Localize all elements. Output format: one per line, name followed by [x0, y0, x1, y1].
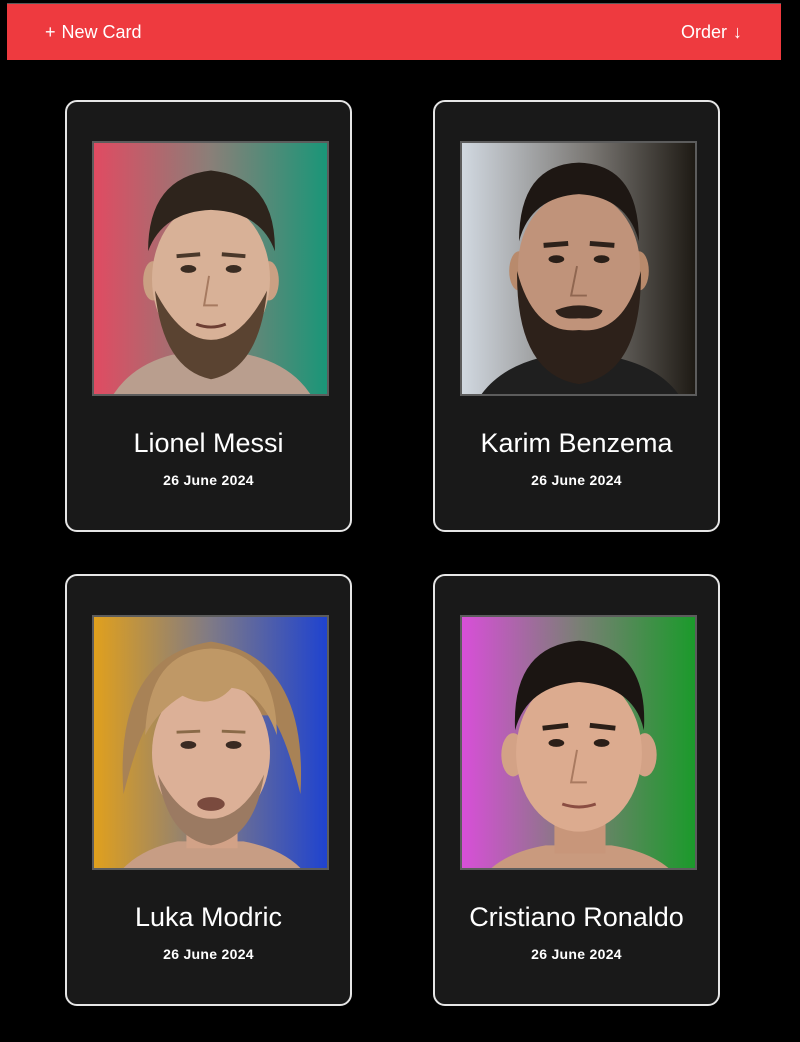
portrait-photo — [462, 143, 695, 394]
new-card-label: New Card — [61, 22, 142, 42]
player-name: Luka Modric — [134, 902, 283, 932]
player-photo — [460, 615, 697, 870]
player-name: Cristiano Ronaldo — [469, 902, 684, 932]
card-date: 26 June 2024 — [163, 472, 254, 488]
player-name: Karim Benzema — [480, 428, 673, 458]
portrait-photo — [462, 617, 695, 868]
arrow-down-icon: ↓ — [733, 22, 742, 42]
order-label: Order — [680, 22, 727, 42]
card-date: 26 June 2024 — [531, 946, 622, 962]
player-photo — [92, 141, 329, 396]
player-card[interactable]: Cristiano Ronaldo 26 June 2024 — [433, 574, 720, 1006]
player-photo — [460, 141, 697, 396]
portrait-photo — [94, 143, 327, 394]
order-button[interactable]: Order ↓ — [681, 4, 742, 61]
top-toolbar: + New Card Order ↓ — [7, 3, 781, 60]
new-card-button[interactable]: + New Card — [45, 4, 142, 61]
card-date: 26 June 2024 — [531, 472, 622, 488]
player-card[interactable]: Lionel Messi 26 June 2024 — [65, 100, 352, 532]
plus-icon: + — [45, 22, 56, 42]
card-date: 26 June 2024 — [163, 946, 254, 962]
player-name: Lionel Messi — [133, 428, 284, 458]
player-card[interactable]: Luka Modric 26 June 2024 — [65, 574, 352, 1006]
player-photo — [92, 615, 329, 870]
player-card[interactable]: Karim Benzema 26 June 2024 — [433, 100, 720, 532]
portrait-photo — [94, 617, 327, 868]
